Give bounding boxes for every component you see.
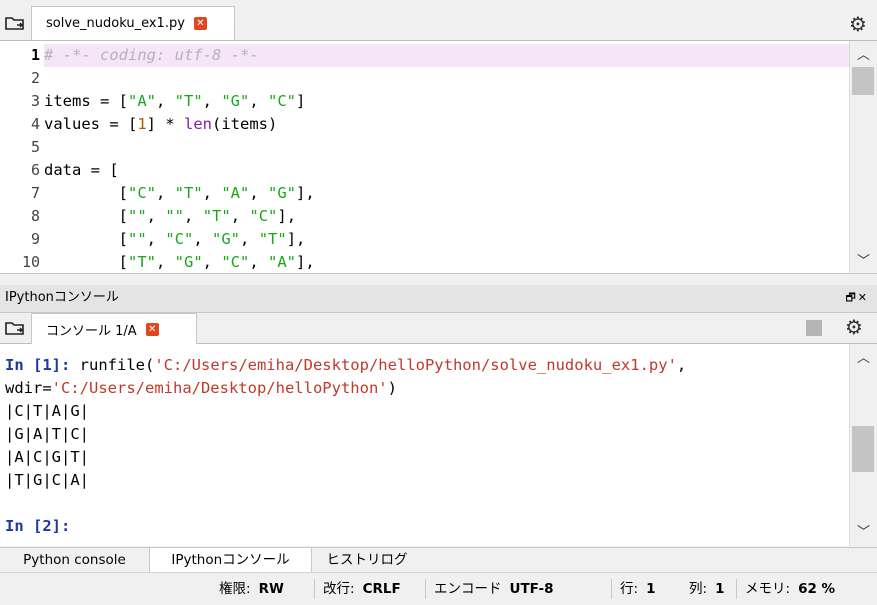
line-number: 8 — [30, 207, 40, 225]
tab-python-console[interactable]: Python console — [0, 548, 149, 572]
folder-browse-icon[interactable] — [3, 316, 27, 340]
gear-icon[interactable]: ⚙ — [845, 315, 863, 339]
folder-browse-icon[interactable] — [3, 11, 27, 35]
console-line: In [1]: runfile('C:/Users/emiha/Desktop/… — [5, 356, 687, 374]
close-tab-icon[interactable]: ✕ — [193, 17, 207, 30]
scroll-down-arrow-icon[interactable]: ﹀ — [850, 524, 877, 542]
status-line: 行: 1 — [620, 581, 656, 597]
console-line: |A|C|G|T| — [5, 448, 89, 466]
status-encoding: エンコード UTF-8 — [434, 581, 554, 597]
editor-tab-bar: solve_nudoku_ex1.py ✕ ⚙ — [0, 6, 877, 41]
ipython-panel-header: IPythonコンソール 🗗✕ — [0, 285, 877, 313]
code-line[interactable] — [44, 136, 850, 159]
tab-history-log[interactable]: ヒストリログ — [312, 548, 422, 572]
console-line: wdir='C:/Users/emiha/Desktop/helloPython… — [5, 379, 397, 397]
code-line[interactable]: ["", "C", "G", "T"], — [44, 228, 850, 251]
line-number: 5 — [30, 138, 40, 156]
bottom-tab-bar: Python console IPythonコンソール ヒストリログ — [0, 547, 877, 572]
tab-ipython-console[interactable]: IPythonコンソール — [149, 548, 312, 572]
console-line: |C|T|A|G| — [5, 402, 89, 420]
editor-text-area[interactable]: # -*- coding: utf-8 -*- items = ["A", "T… — [44, 41, 850, 276]
stop-icon[interactable] — [806, 320, 822, 336]
code-line[interactable] — [44, 67, 850, 90]
status-memory: メモリ: 62 % — [745, 581, 836, 597]
tab-console[interactable]: コンソール 1/A ✕ — [31, 313, 197, 344]
console-scroll-thumb[interactable] — [852, 426, 874, 472]
status-permissions: 権限: RW — [219, 581, 284, 597]
code-line[interactable]: items = ["A", "T", "G", "C"] — [44, 90, 850, 113]
undock-icon[interactable]: 🗗 — [845, 291, 857, 304]
code-editor[interactable]: 1 2 3 4 5 6 7 8 9 10 # -*- coding: utf-8 -*- item… — [0, 41, 877, 273]
code-line[interactable]: ["", "", "T", "C"], — [44, 205, 850, 228]
scroll-down-arrow-icon[interactable]: ﹀ — [850, 253, 877, 271]
line-number: 2 — [30, 69, 40, 87]
scroll-up-arrow-icon[interactable]: ︿ — [850, 47, 877, 65]
console-output[interactable]: In [1]: runfile('C:/Users/emiha/Desktop/… — [5, 354, 845, 538]
line-number: 7 — [30, 184, 40, 202]
console-line: |T|G|C|A| — [5, 471, 89, 489]
console-scrollbar[interactable]: ︿ ﹀ — [849, 344, 877, 546]
console-tab-label: コンソール 1/A — [46, 323, 137, 339]
line-number: 6 — [30, 161, 40, 179]
status-eol: 改行: CRLF — [323, 581, 401, 597]
code-line[interactable]: values = [1] * len(items) — [44, 113, 850, 136]
ipython-console[interactable]: In [1]: runfile('C:/Users/emiha/Desktop/… — [0, 344, 877, 546]
editor-scrollbar[interactable]: ︿ ﹀ — [849, 41, 877, 273]
editor-scroll-thumb[interactable] — [852, 67, 874, 95]
line-number-gutter: 1 2 3 4 5 6 7 8 9 10 — [0, 41, 42, 276]
panel-controls[interactable]: 🗗✕ — [845, 285, 869, 311]
line-number: 4 — [30, 115, 40, 133]
tab-editor-file[interactable]: solve_nudoku_ex1.py ✕ — [31, 6, 235, 40]
code-line[interactable]: ["T", "G", "C", "A"], — [44, 251, 850, 274]
status-column: 列: 1 — [689, 581, 725, 597]
editor-tab-label: solve_nudoku_ex1.py — [46, 16, 185, 31]
line-number: 1 — [30, 46, 40, 64]
close-panel-icon[interactable]: ✕ — [858, 291, 869, 304]
close-tab-icon[interactable]: ✕ — [145, 322, 159, 336]
console-line: In [2]: — [5, 517, 71, 535]
gear-icon[interactable]: ⚙ — [849, 12, 867, 36]
scroll-up-arrow-icon[interactable]: ︿ — [850, 350, 877, 368]
console-tab-bar: コンソール 1/A ✕ ⚙ — [0, 313, 877, 344]
line-number: 10 — [21, 253, 40, 271]
code-line[interactable]: data = [ — [44, 159, 850, 182]
console-line: |G|A|T|C| — [5, 425, 89, 443]
line-number: 9 — [30, 230, 40, 248]
status-bar: 権限: RW 改行: CRLF エンコード UTF-8 行: 1 列: 1 メモリ: 62 … — [0, 572, 877, 605]
code-line[interactable]: ["C", "T", "A", "G"], — [44, 182, 850, 205]
panel-title: IPythonコンソール — [5, 290, 119, 305]
line-number: 3 — [30, 92, 40, 110]
code-line[interactable]: # -*- coding: utf-8 -*- — [44, 44, 850, 67]
